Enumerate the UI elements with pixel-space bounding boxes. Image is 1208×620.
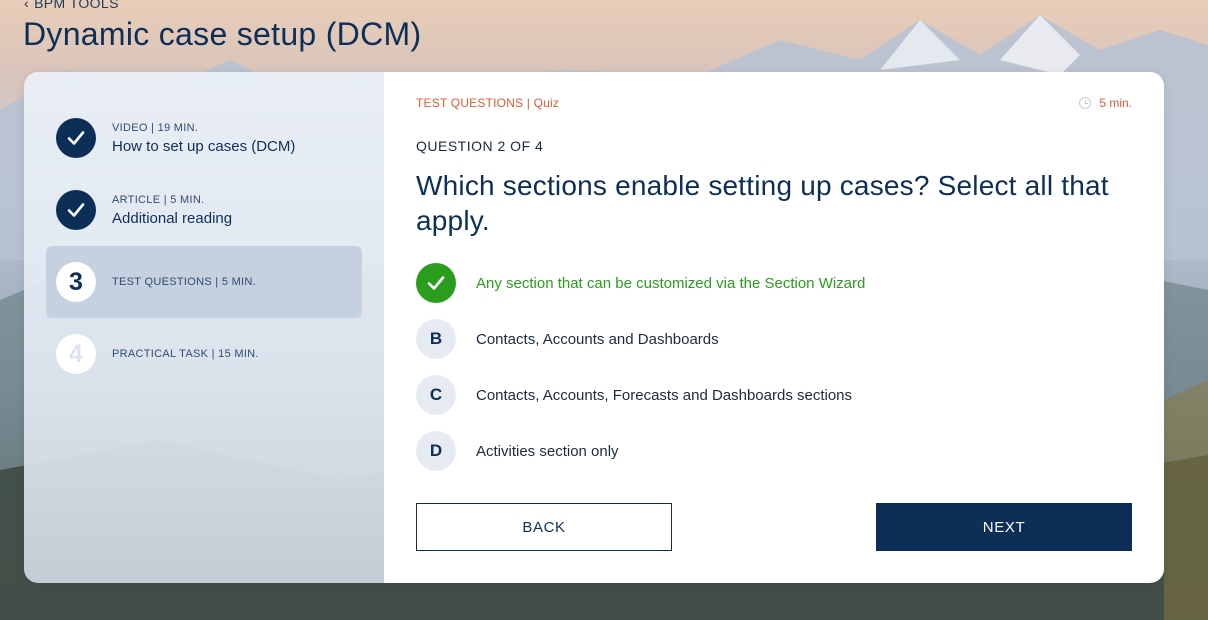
step-video[interactable]: VIDEO | 19 MIN. How to set up cases (DCM…	[46, 102, 362, 174]
quiz-breadcrumb: TEST QUESTIONS | Quiz	[416, 96, 560, 110]
step-number-badge: 4	[56, 334, 96, 374]
next-button[interactable]: NEXT	[876, 503, 1132, 551]
answer-option-c[interactable]: C Contacts, Accounts, Forecasts and Dash…	[416, 375, 1140, 415]
lesson-steps-sidebar: VIDEO | 19 MIN. How to set up cases (DCM…	[24, 72, 384, 583]
step-meta: ARTICLE | 5 MIN.	[112, 193, 205, 206]
duration-label: 5 min.	[1099, 96, 1132, 110]
step-article[interactable]: ARTICLE | 5 MIN. Additional reading	[46, 174, 362, 246]
quiz-panel: TEST QUESTIONS | Quiz 5 min. QUESTION 2 …	[384, 72, 1164, 583]
answer-letter-badge: B	[416, 319, 456, 359]
step-practical-task[interactable]: 4 PRACTICAL TASK | 15 MIN.	[46, 318, 362, 390]
answer-label: Contacts, Accounts and Dashboards	[476, 330, 719, 348]
step-meta: TEST QUESTIONS | 5 MIN.	[112, 276, 257, 288]
selected-check-badge	[416, 263, 456, 303]
back-link-label: BPM TOOLS	[34, 0, 119, 11]
step-done-badge	[56, 190, 96, 230]
answer-label: Contacts, Accounts, Forecasts and Dashbo…	[476, 386, 853, 404]
back-to-bpm-tools-link[interactable]: ‹ BPM TOOLS	[24, 0, 119, 11]
lesson-card: VIDEO | 19 MIN. How to set up cases (DCM…	[24, 72, 1164, 583]
answer-letter-badge: C	[416, 375, 456, 415]
answer-label: Activities section only	[476, 442, 619, 460]
checkmark-icon	[67, 131, 85, 145]
step-done-badge	[56, 118, 96, 158]
answer-option-a[interactable]: Any section that can be customized via t…	[416, 263, 1140, 303]
quiz-duration: 5 min.	[1079, 96, 1132, 110]
step-test-questions[interactable]: 3 TEST QUESTIONS | 5 MIN.	[46, 246, 362, 318]
step-title: Additional reading	[112, 209, 233, 227]
checkmark-icon	[427, 276, 445, 290]
answer-options: Any section that can be customized via t…	[416, 263, 1140, 487]
checkmark-icon	[67, 203, 85, 217]
answer-option-d[interactable]: D Activities section only	[416, 431, 1140, 471]
question-text: Which sections enable setting up cases? …	[416, 170, 1109, 236]
clock-icon	[1079, 97, 1092, 109]
step-number-badge: 3	[56, 262, 96, 302]
chevron-left-icon: ‹	[24, 0, 30, 11]
step-meta: VIDEO | 19 MIN.	[112, 121, 199, 134]
answer-label: Any section that can be customized via t…	[476, 274, 866, 292]
answer-option-b[interactable]: B Contacts, Accounts and Dashboards	[416, 319, 1140, 359]
step-title: How to set up cases (DCM)	[112, 137, 296, 155]
question-counter: QUESTION 2 OF 4	[416, 138, 544, 154]
answer-letter-badge: D	[416, 431, 456, 471]
step-meta: PRACTICAL TASK | 15 MIN.	[112, 348, 259, 360]
page-title: Dynamic case setup (DCM)	[23, 16, 422, 52]
back-button[interactable]: BACK	[416, 503, 672, 551]
